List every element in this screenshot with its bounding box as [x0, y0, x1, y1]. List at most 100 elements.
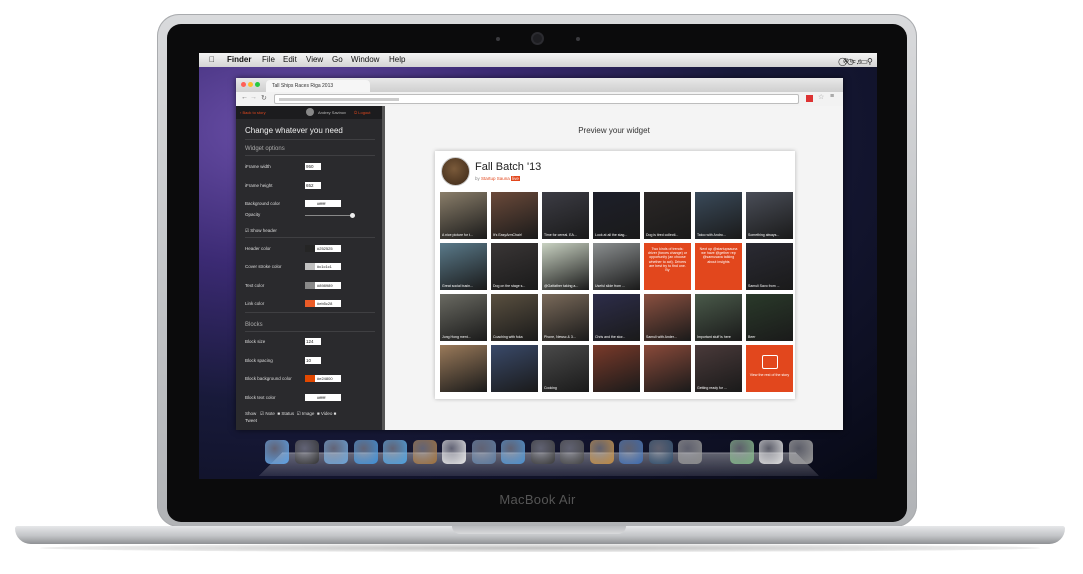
photo-tile[interactable]: Jung Hong ment... [440, 294, 487, 341]
photo-booth-icon[interactable] [530, 440, 555, 464]
cover-stroke-input[interactable]: #c1c1c1 [315, 263, 341, 270]
photo-tile[interactable]: Look at all the stag... [593, 192, 640, 239]
show-video-checkbox[interactable]: ■ Video [317, 411, 332, 416]
photo-tile[interactable]: @Gatfather taking a... [542, 243, 589, 290]
mail-icon[interactable] [324, 440, 348, 464]
menu-go[interactable]: Go [332, 55, 343, 64]
show-status-checkbox[interactable]: ■ Status [277, 411, 294, 416]
tile-caption: @Gatfather taking a... [544, 284, 579, 288]
photo-tile[interactable] [491, 345, 538, 392]
story-avatar[interactable] [441, 157, 470, 186]
header-color-swatch[interactable] [305, 245, 315, 252]
photo-tile[interactable]: Cooking [542, 345, 589, 392]
photo-tile[interactable]: Useful slide from ... [593, 243, 640, 290]
show-note-checkbox[interactable]: ☑ Note [260, 411, 275, 416]
star-icon[interactable]: ☆ [818, 93, 824, 101]
iphoto-icon[interactable] [471, 440, 496, 464]
photo-tile[interactable]: Phone, Newsc & 3... [542, 294, 589, 341]
note-tile[interactable]: Next up @startupsauna we have @gether re… [695, 243, 742, 290]
photo-tile[interactable] [593, 345, 640, 392]
photo-tile[interactable]: Coaching with foka [491, 294, 538, 341]
photo-tile[interactable]: Important stuff is here [695, 294, 742, 341]
menu-view[interactable]: View [306, 55, 323, 64]
photo-tile[interactable]: Beer [746, 294, 793, 341]
block-bg-input[interactable]: #e24800 [315, 375, 341, 382]
imovie-icon[interactable] [560, 440, 584, 464]
itunes-icon[interactable] [501, 440, 525, 464]
block-text-input[interactable]: #ffffff [315, 394, 341, 401]
back-arrow-icon[interactable]: ← [241, 94, 248, 101]
browser-tab[interactable]: Tall Ships Races Riga 2013 [266, 80, 370, 92]
photo-tile[interactable]: Something always... [746, 192, 793, 239]
photo-tile[interactable]: Dog is tired collecti... [644, 192, 691, 239]
minimize-window-icon[interactable] [248, 82, 253, 87]
spotlight-icon[interactable]: ⚲ [867, 57, 873, 66]
block-text-swatch[interactable] [305, 394, 315, 401]
photo-tile[interactable]: It's EasyArmChair! [491, 192, 538, 239]
spaces-icon[interactable] [619, 440, 643, 464]
photo-tile[interactable]: Tatoo with Andro... [695, 192, 742, 239]
safari-icon[interactable] [353, 440, 378, 464]
photo-tile[interactable]: Getting ready for ... [695, 345, 742, 392]
trash-icon[interactable] [788, 440, 813, 464]
iframe-height-input[interactable]: 652 [305, 182, 321, 189]
block-bg-swatch[interactable] [305, 375, 315, 382]
ichat-icon[interactable] [383, 440, 407, 464]
photo-tile[interactable]: Dog on the stage s... [491, 243, 538, 290]
time-machine-icon[interactable] [648, 440, 673, 464]
header-color-input[interactable]: #252525 [315, 245, 341, 252]
menu-window[interactable]: Window [351, 55, 379, 64]
user-name[interactable]: Andrey Savinov [318, 110, 346, 115]
opacity-slider-track[interactable] [305, 215, 353, 216]
menu-help[interactable]: Help [389, 55, 405, 64]
text-color-swatch[interactable] [305, 282, 315, 289]
block-spacing-input[interactable]: 10 [305, 357, 321, 364]
iframe-width-input[interactable]: 950 [305, 163, 321, 170]
background-color-input[interactable]: #ffffff [315, 200, 341, 207]
note-tile[interactable]: Two kinds of trends: driver (forces chan… [644, 243, 691, 290]
url-bar[interactable] [274, 94, 799, 104]
photo-tile[interactable]: Time for cereal. EA... [542, 192, 589, 239]
extension-icon[interactable] [806, 95, 813, 102]
documents-stack-icon[interactable] [729, 440, 754, 464]
cover-stroke-swatch[interactable] [305, 263, 315, 270]
address-book-icon[interactable] [412, 440, 437, 464]
reload-icon[interactable]: ↻ [261, 94, 267, 102]
system-preferences-icon[interactable] [678, 440, 702, 464]
dashboard-icon[interactable] [294, 440, 319, 464]
logout-link[interactable]: ⏻ Logout [354, 110, 371, 115]
view-rest-tile[interactable]: View the rest of the story [746, 345, 793, 392]
photo-tile[interactable]: Samuli with Ander... [644, 294, 691, 341]
finder-icon[interactable] [265, 440, 289, 464]
photo-tile[interactable] [440, 345, 487, 392]
close-window-icon[interactable] [241, 82, 246, 87]
link-color-input[interactable]: #eb5c28 [315, 300, 341, 307]
ical-icon[interactable] [442, 440, 466, 464]
photo-tile[interactable]: A nice picture for t... [440, 192, 487, 239]
widget-title[interactable]: Fall Batch '13 [475, 161, 541, 173]
author-link[interactable]: Startup Sauna [481, 176, 510, 181]
opacity-slider-handle[interactable] [350, 213, 355, 218]
photo-tile[interactable]: Chris and the stor... [593, 294, 640, 341]
background-color-swatch[interactable] [305, 200, 315, 207]
photo-tile[interactable]: Great social busin... [440, 243, 487, 290]
photo-tile[interactable]: Samuli Savo from ... [746, 243, 793, 290]
garageband-icon[interactable] [589, 440, 614, 464]
show-header-row[interactable]: ☑ Show header [245, 228, 277, 234]
show-tweet-label[interactable]: Tweet [245, 418, 257, 423]
menu-finder[interactable]: Finder [227, 55, 251, 64]
photo-tile[interactable] [644, 345, 691, 392]
block-size-input[interactable]: 124 [305, 338, 321, 345]
apple-icon[interactable]:  [209, 55, 215, 64]
user-avatar[interactable] [306, 108, 314, 116]
menu-edit[interactable]: Edit [283, 55, 297, 64]
maximize-window-icon[interactable] [255, 82, 260, 87]
show-image-checkbox[interactable]: ☑ Image [297, 411, 315, 416]
menu-file[interactable]: File [262, 55, 275, 64]
link-color-swatch[interactable] [305, 300, 315, 307]
pages-icon[interactable] [759, 440, 783, 464]
menu-icon[interactable]: ≡ [830, 93, 834, 100]
forward-arrow-icon[interactable]: → [250, 94, 257, 101]
back-to-story-link[interactable]: ‹ Back to story [240, 110, 266, 115]
text-color-input[interactable]: #898989 [315, 282, 341, 289]
